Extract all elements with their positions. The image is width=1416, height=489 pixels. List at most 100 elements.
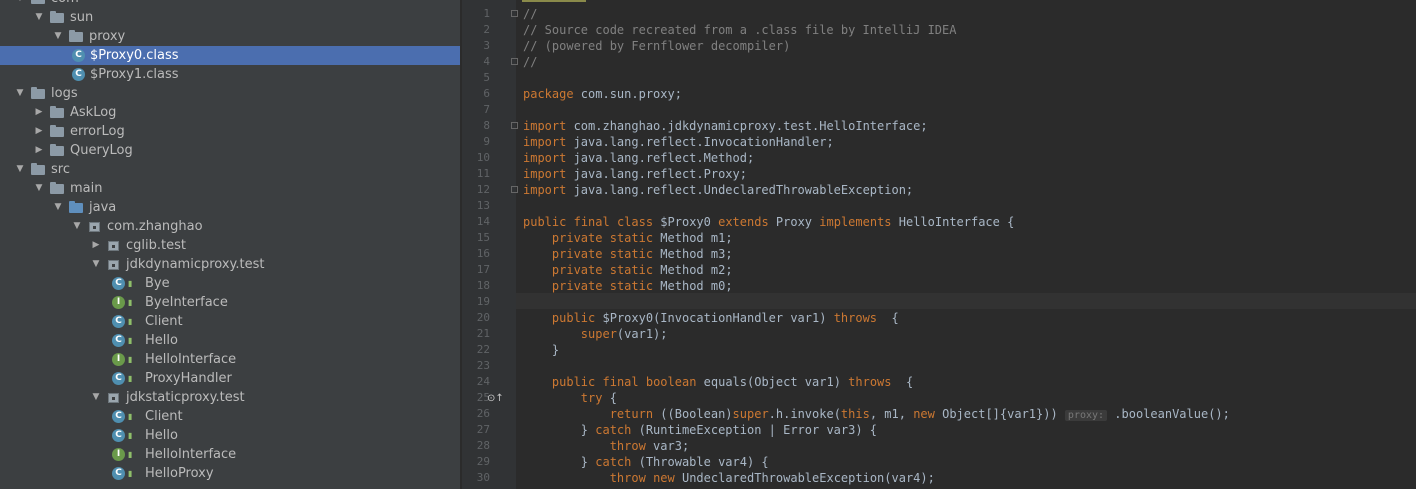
tree-row[interactable]: ▼ logs [0, 84, 460, 103]
chevron-down-icon[interactable]: ▼ [52, 198, 64, 217]
code-editor[interactable]: 1 2 3 4 5 6 7 8 9 10 11 12 13 14 15 16 17 18 19 20 21 22 23 24 2… [462, 0, 1416, 489]
chevron-down-icon[interactable]: ▼ [14, 0, 26, 8]
tree-row[interactable]: C ▮ Bye [0, 274, 460, 293]
tree-row[interactable]: C ▮ HelloProxy [0, 464, 460, 483]
chevron-down-icon[interactable]: ▼ [71, 217, 83, 236]
override-gutter-icon[interactable]: ⊙↑ [487, 393, 504, 404]
code-line[interactable]: import java.lang.reflect.Method; [523, 150, 754, 166]
chevron-down-icon[interactable]: ▼ [90, 388, 102, 407]
code-line[interactable]: try { [523, 390, 617, 406]
tree-item-label: com [51, 0, 79, 8]
class-file-icon: C [72, 68, 85, 81]
tree-item-label: ProxyHandler [145, 371, 232, 386]
chevron-right-icon[interactable]: ▶ [90, 236, 102, 255]
fold-marker-icon[interactable] [511, 10, 518, 17]
line-number: 27 [476, 423, 490, 436]
tree-row[interactable]: ▶ QueryLog [0, 141, 460, 160]
tree-row[interactable]: ▶ AskLog [0, 103, 460, 122]
access-badge-icon: ▮ [128, 431, 133, 440]
chevron-down-icon[interactable]: ▼ [52, 27, 64, 46]
tree-row[interactable]: ▼ sun [0, 8, 460, 27]
class-icon: C [112, 467, 125, 480]
code-line[interactable]: public $Proxy0(InvocationHandler var1) t… [523, 310, 899, 326]
tree-row[interactable]: C ▮ ProxyHandler [0, 369, 460, 388]
code-line[interactable]: // [523, 54, 537, 70]
class-icon: C [112, 315, 125, 328]
code-line[interactable]: private static Method m0; [523, 278, 733, 294]
tree-item-label: main [70, 181, 103, 196]
fold-marker-icon[interactable] [511, 122, 518, 129]
tree-row[interactable]: ▼ com [0, 0, 460, 8]
tree-row[interactable]: C ▮ Hello [0, 426, 460, 445]
line-number: 4 [483, 55, 490, 68]
folder-icon [50, 144, 64, 156]
code-line[interactable]: import java.lang.reflect.UndeclaredThrow… [523, 182, 913, 198]
code-line[interactable]: } [523, 342, 559, 358]
tree-row[interactable]: C $Proxy1.class [0, 65, 460, 84]
chevron-down-icon[interactable]: ▼ [14, 84, 26, 103]
code-line[interactable]: // (powered by Fernflower decompiler) [523, 38, 790, 54]
tree-row[interactable]: I ▮ HelloInterface [0, 350, 460, 369]
interface-icon: I [112, 353, 125, 366]
class-file-icon: C [72, 49, 85, 62]
code-line[interactable]: // Source code recreated from a .class f… [523, 22, 956, 38]
tree-row[interactable]: I ▮ HelloInterface [0, 445, 460, 464]
code-line[interactable]: throw new UndeclaredThrowableException(v… [523, 470, 935, 486]
code-line[interactable]: super(var1); [523, 326, 668, 342]
chevron-right-icon[interactable]: ▶ [33, 122, 45, 141]
chevron-down-icon[interactable]: ▼ [33, 179, 45, 198]
code-line[interactable]: private static Method m1; [523, 230, 733, 246]
chevron-down-icon[interactable]: ▼ [14, 160, 26, 179]
line-number: 29 [476, 455, 490, 468]
class-icon: C [112, 429, 125, 442]
code-line[interactable]: // [523, 6, 537, 22]
code-line[interactable]: public final boolean equals(Object var1)… [523, 374, 913, 390]
tree-row[interactable]: C ▮ Hello [0, 331, 460, 350]
tree-row[interactable]: C $Proxy0.class [0, 46, 460, 65]
tree-row[interactable]: ▶ cglib.test [0, 236, 460, 255]
tree-row[interactable]: ▼ jdkdynamicproxy.test [0, 255, 460, 274]
tree-row[interactable]: ▼ jdkstaticproxy.test [0, 388, 460, 407]
tree-row[interactable]: C ▮ Client [0, 312, 460, 331]
code-line[interactable]: } catch (Throwable var4) { [523, 454, 769, 470]
line-number: 8 [483, 119, 490, 132]
tree-item-label: jdkdynamicproxy.test [126, 257, 265, 272]
folder-icon [69, 30, 83, 42]
tree-item-label: QueryLog [70, 143, 133, 158]
code-line[interactable]: throw var3; [523, 438, 689, 454]
code-line[interactable]: private static Method m3; [523, 246, 733, 262]
access-badge-icon: ▮ [128, 355, 133, 364]
line-number: 28 [476, 439, 490, 452]
chevron-down-icon[interactable]: ▼ [33, 8, 45, 27]
line-number: 16 [476, 247, 490, 260]
tree-row[interactable]: ▼ com.zhanghao [0, 217, 460, 236]
fold-marker-icon[interactable] [511, 186, 518, 193]
code-line[interactable]: return ((Boolean)super.h.invoke(this, m1… [523, 406, 1230, 422]
tree-row[interactable]: C ▮ Client [0, 407, 460, 426]
package-icon [108, 241, 119, 251]
tree-item-label: sun [70, 10, 94, 25]
code-line[interactable]: import java.lang.reflect.Proxy; [523, 166, 747, 182]
tree-item-label: src [51, 162, 70, 177]
tree-row[interactable]: ▼ java [0, 198, 460, 217]
line-number: 12 [476, 183, 490, 196]
fold-marker-icon[interactable] [511, 58, 518, 65]
project-tree[interactable]: ▼ com ▼ sun ▼ proxy C $Proxy0.class C $Proxy1.cla… [0, 0, 460, 489]
code-line[interactable]: } catch (RuntimeException | Error var3) … [523, 422, 877, 438]
chevron-down-icon[interactable]: ▼ [90, 255, 102, 274]
line-number: 17 [476, 263, 490, 276]
code-line[interactable]: private static Method m2; [523, 262, 733, 278]
tree-item-label: Hello [145, 428, 178, 443]
tree-row[interactable]: ▼ src [0, 160, 460, 179]
chevron-right-icon[interactable]: ▶ [33, 141, 45, 160]
chevron-right-icon[interactable]: ▶ [33, 103, 45, 122]
tree-row[interactable]: I ▮ ByeInterface [0, 293, 460, 312]
tree-row[interactable]: ▼ proxy [0, 27, 460, 46]
code-line[interactable]: import com.zhanghao.jdkdynamicproxy.test… [523, 118, 928, 134]
code-line[interactable]: public final class $Proxy0 extends Proxy… [523, 214, 1014, 230]
tree-row[interactable]: ▶ errorLog [0, 122, 460, 141]
tree-row[interactable]: ▼ main [0, 179, 460, 198]
code-line[interactable]: package com.sun.proxy; [523, 86, 682, 102]
line-number: 19 [476, 295, 490, 308]
code-line[interactable]: import java.lang.reflect.InvocationHandl… [523, 134, 834, 150]
